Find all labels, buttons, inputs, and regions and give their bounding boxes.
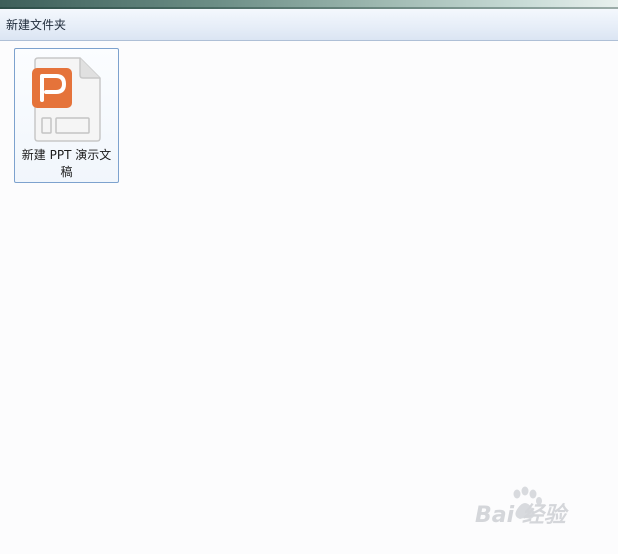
folder-title: 新建文件夹 (6, 18, 67, 32)
explorer-window: 新建文件夹 新建 PPT 演示文稿 Bai 经验 (0, 0, 618, 554)
watermark-text: Bai 经验 (475, 503, 566, 528)
ppt-document-icon (32, 57, 101, 142)
window-top-edge (0, 0, 618, 9)
file-item-new-ppt[interactable]: 新建 PPT 演示文稿 (14, 48, 119, 183)
folder-header-bar: 新建文件夹 (0, 9, 618, 41)
file-name-label: 新建 PPT 演示文稿 (21, 148, 112, 179)
